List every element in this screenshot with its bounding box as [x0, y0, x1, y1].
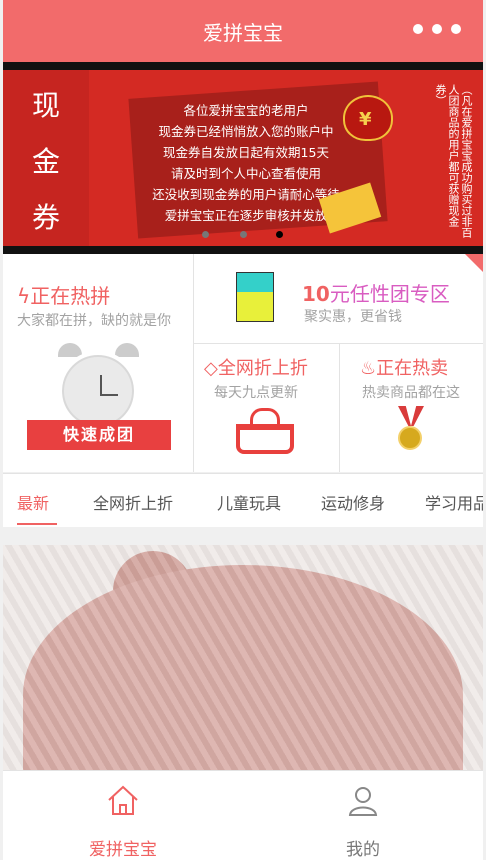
category-tabs: 最新 全网折上折 儿童玩具 运动修身 学习用品	[3, 473, 483, 527]
notice-line: 各位爱拼宝宝的老用户	[183, 103, 309, 118]
hot-sale-title: 正在热卖	[376, 358, 449, 379]
hot-group-title: 正在热拼	[30, 284, 111, 308]
money-bag-icon: ¥	[343, 95, 393, 141]
more-dot-icon	[413, 24, 423, 34]
flame-icon: ♨	[360, 358, 377, 379]
app-title: 爱拼宝宝	[203, 21, 283, 45]
ten-yuan-title-row: 10元任性团专区	[302, 278, 450, 307]
discount-subtitle: 每天九点更新	[214, 385, 298, 401]
notice-line: 现金券已经悄悄放入您的账户中	[158, 124, 334, 139]
more-dot-icon	[451, 24, 461, 34]
hot-sale-subtitle: 热卖商品都在这	[362, 385, 460, 401]
discount-card[interactable]: ◇全网折上折 每天九点更新	[194, 344, 340, 472]
banner-left-char: 券	[31, 201, 60, 234]
more-menu-button[interactable]	[413, 24, 461, 34]
nav-home-label: 爱拼宝宝	[89, 840, 157, 860]
banner-left-char: 现	[31, 89, 60, 122]
notice-line: 请及时到个人中心查看使用	[170, 166, 321, 181]
ten-yuan-title: 元任性团专区	[329, 282, 450, 306]
banner-slide: 现 金 券 各位爱拼宝宝的老用户 现金券已经悄悄放入您的账户中 现金券自发放日起…	[3, 70, 483, 246]
tag-icon: ◇	[204, 358, 218, 379]
corner-fold-icon	[465, 254, 483, 272]
tab-study[interactable]: 学习用品	[425, 490, 483, 514]
tab-sports[interactable]: 运动修身	[321, 490, 385, 514]
banner-vertical-note: （凡在爱拼宝宝成功购买过非百人团商品的用户都可获赠现金券）	[434, 84, 473, 238]
fast-group-badge: 快速成团	[27, 420, 171, 450]
clock-bell-right	[115, 343, 139, 357]
shopping-bag-icon	[236, 272, 274, 322]
carousel-dot[interactable]	[240, 231, 247, 238]
tab-latest[interactable]: 最新	[17, 490, 49, 514]
hot-group-card[interactable]: ϟ正在热拼 大家都在拼，缺的就是你 快速成团	[3, 254, 194, 472]
bottom-navigation: 爱拼宝宝 我的	[3, 770, 483, 860]
more-dot-icon	[432, 24, 442, 34]
alarm-clock-icon	[58, 351, 138, 431]
discount-title-row: ◇全网折上折	[204, 354, 308, 380]
ten-yuan-number: 10	[302, 282, 330, 306]
banner-left-title: 现 金 券	[3, 70, 89, 246]
ten-yuan-zone-card[interactable]: 10元任性团专区 聚实惠，更省钱	[194, 254, 483, 344]
nav-me[interactable]: 我的	[243, 783, 483, 860]
shopping-basket-icon	[236, 408, 294, 454]
hot-sale-card[interactable]: ♨正在热卖 热卖商品都在这	[340, 344, 483, 472]
top-bar: 爱拼宝宝	[3, 0, 483, 62]
home-icon	[108, 785, 138, 815]
discount-title: 全网折上折	[217, 358, 308, 379]
carousel-dot[interactable]	[202, 231, 209, 238]
user-icon	[348, 787, 378, 816]
hot-sale-title-row: ♨正在热卖	[360, 354, 448, 380]
medal-icon	[398, 426, 422, 450]
ten-yuan-subtitle: 聚实惠，更省钱	[304, 309, 402, 325]
nav-home[interactable]: 爱拼宝宝	[3, 783, 243, 860]
tab-discount[interactable]: 全网折上折	[93, 490, 173, 514]
active-tab-indicator	[17, 523, 57, 525]
product-image[interactable]	[3, 545, 483, 770]
carousel-dot-active[interactable]	[276, 231, 283, 238]
lightning-icon: ϟ	[17, 284, 31, 308]
banner-left-char: 金	[31, 145, 60, 178]
hot-group-subtitle: 大家都在拼，缺的就是你	[17, 313, 171, 329]
promo-banner[interactable]: 现 金 券 各位爱拼宝宝的老用户 现金券已经悄悄放入您的账户中 现金券自发放日起…	[3, 62, 483, 254]
hot-group-title-row: ϟ正在热拼	[17, 280, 110, 309]
category-grid: ϟ正在热拼 大家都在拼，缺的就是你 快速成团 10元任性团专区 聚实惠，更省钱 …	[3, 254, 483, 472]
tab-toys[interactable]: 儿童玩具	[217, 490, 281, 514]
notice-line: 现金券自发放日起有效期15天	[163, 145, 329, 160]
knit-texture	[3, 545, 483, 770]
nav-me-label: 我的	[346, 840, 380, 860]
